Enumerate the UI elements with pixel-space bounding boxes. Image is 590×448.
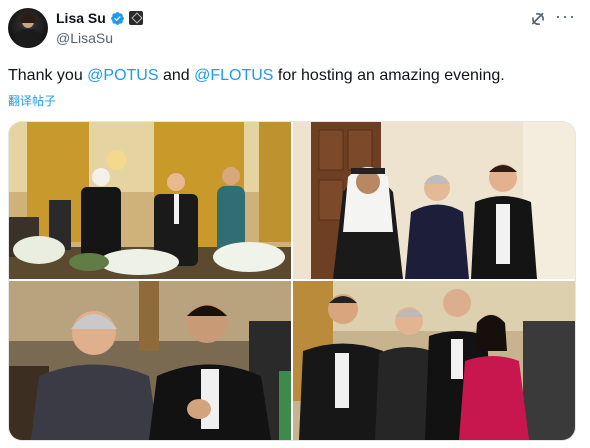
photo-two-guests-table[interactable] — [9, 281, 291, 440]
mention-flotus[interactable]: @FLOTUS — [194, 67, 273, 84]
affiliation-badge-icon[interactable] — [128, 11, 143, 25]
avatar-hair — [20, 13, 36, 23]
author-row: Lisa Su — [56, 9, 143, 27]
photo-four-guests[interactable] — [293, 281, 575, 440]
translate-post-link[interactable]: 翻译帖子 — [8, 92, 56, 109]
tweet-text-part: and — [158, 67, 195, 84]
grok-icon[interactable] — [529, 10, 547, 28]
handle[interactable]: @LisaSu — [56, 30, 113, 46]
display-name[interactable]: Lisa Su — [56, 10, 106, 26]
verified-badge-icon[interactable] — [110, 11, 125, 26]
photo-state-dinner-stage[interactable] — [9, 122, 291, 279]
tweet-text-part: Thank you — [8, 67, 88, 84]
avatar[interactable] — [8, 8, 48, 48]
tweet-text: Thank you @POTUS and @FLOTUS for hosting… — [8, 66, 505, 86]
mention-potus[interactable]: @POTUS — [87, 67, 158, 84]
more-options-icon[interactable]: ··· — [555, 7, 575, 27]
avatar-figure — [14, 29, 42, 48]
tweet-text-part: for hosting an amazing evening. — [273, 67, 505, 84]
photo-three-guests[interactable] — [293, 122, 575, 279]
photo-grid — [8, 121, 576, 441]
